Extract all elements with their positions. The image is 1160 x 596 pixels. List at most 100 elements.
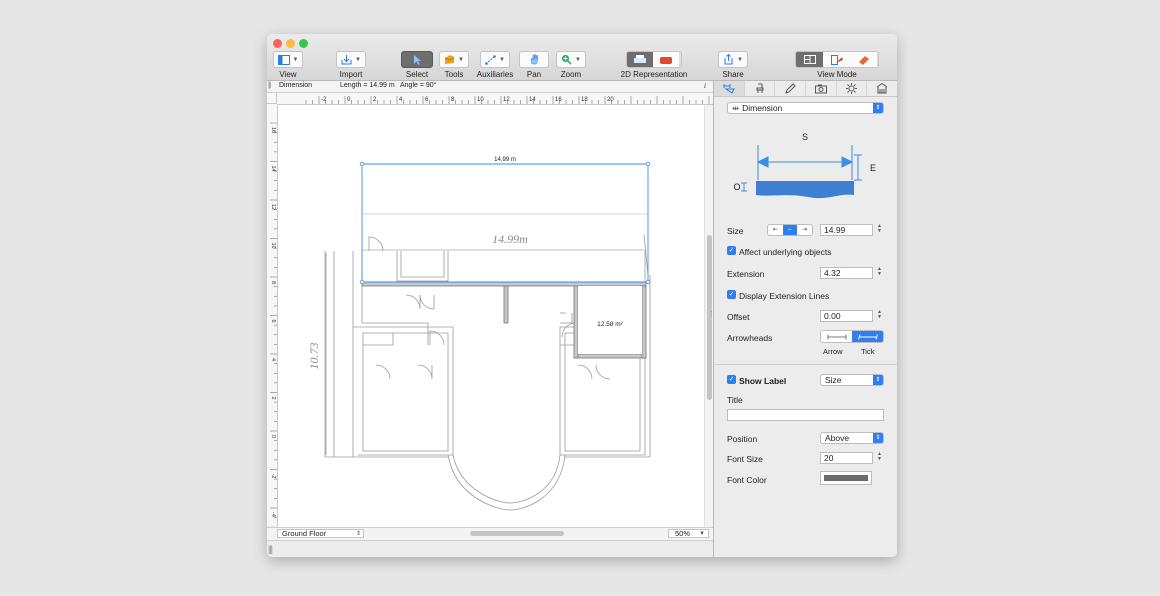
close-button[interactable] [273,39,282,48]
up-down-icon: ⇕ [873,433,883,443]
sketch-side-dimension: 10.73 [307,343,321,370]
angle-readout: Angle = 90° [400,82,437,89]
info-icon[interactable]: i [704,82,706,90]
font-size-field[interactable]: 20 [820,452,873,464]
dimension-label: 14.99 m [494,157,516,163]
import-tool[interactable]: ▼ Import [334,51,368,79]
auxiliaries-tool[interactable]: ▼ Auxiliaries [475,51,515,79]
ruler-label: 12 [270,204,276,210]
font-color-label: Font Color [727,475,767,485]
label-content-popup[interactable]: Size ⇕ [820,374,884,386]
tab-furniture[interactable] [745,81,776,96]
ruler-label: 8 [270,281,276,284]
display-extension-checkbox[interactable]: ✓ [727,290,736,299]
representation-label: 2D Representation [620,70,688,79]
minimize-button[interactable] [286,39,295,48]
ruler-corner [267,93,277,104]
position-popup[interactable]: Above ⇕ [820,432,884,444]
plan-view-segment[interactable] [627,52,653,67]
3d-view-icon [858,55,869,65]
pan-tool[interactable]: Pan [519,51,549,79]
ruler-label: 14 [270,166,276,172]
tick-option-label: Tick [861,347,875,356]
show-label-checkbox[interactable]: ✓ [727,375,736,384]
building-icon [876,83,888,94]
title-field[interactable] [727,409,884,421]
horizontal-ruler: -2 0 2 4 6 8 10 12 14 16 18 20 [277,93,713,105]
up-down-icon: ⇕ [355,531,361,537]
split-mode[interactable] [823,52,850,67]
ruler-label: 0 [347,97,351,103]
tab-light[interactable] [837,81,868,96]
camera-icon [814,84,827,93]
anchor-center-icon[interactable]: ⇔ [782,225,798,235]
info-bar: ||| Dimension Length = 14.99 m Angle = 9… [267,81,713,93]
arrow-option[interactable] [821,331,852,342]
offset-field[interactable]: 0.00 [820,310,873,322]
dimension-handle[interactable] [359,279,365,285]
ruler-label: 2 [373,97,377,103]
vertical-ruler: 16 14 12 10 8 6 4 2 0 -2 -4 [267,104,278,526]
anchor-right-icon[interactable]: ⇥ [797,225,812,235]
ruler-label: 18 [581,97,588,103]
dimension-handle[interactable] [645,161,651,167]
section-divider [714,364,897,365]
drawing-canvas[interactable]: 12.58 m² 14.99m 10.73 14.99 m [278,105,704,527]
zoom-select[interactable]: 50% ▼ [668,529,709,538]
floor-value: Ground Floor [282,529,327,538]
app-window: ▼ View ▼ Import Select ▼ Tools ▼ Auxilia… [267,34,897,557]
anchor-left-icon[interactable]: ⇤ [768,225,783,235]
status-bar: ||| [267,540,713,557]
arrowheads-segment[interactable] [820,330,884,343]
representation-tool[interactable]: 2D Representation [615,51,693,79]
tab-pencil[interactable] [775,81,807,96]
view-mode-tool[interactable]: View Mode [792,51,882,79]
share-tool[interactable]: ▼ Share [716,51,750,79]
offset-stepper[interactable]: ▲ ▼ [876,310,883,322]
tab-dimension[interactable] [714,81,745,96]
tab-building[interactable] [867,81,897,96]
size-anchor-segment[interactable]: ⇤ ⇔ ⇥ [767,224,813,236]
extension-label: Extension [727,269,765,279]
dimension-handle[interactable] [645,279,651,285]
extension-field[interactable]: 4.32 [820,267,873,279]
zoom-icon [561,54,572,65]
ruler-label: -2 [321,97,327,103]
ruler-label: 6 [425,97,429,103]
font-color-well[interactable] [820,471,872,485]
chevron-down-icon: ▼ [458,56,464,63]
drag-handle[interactable]: ||| [268,82,272,89]
horizontal-scroll-thumb[interactable] [470,531,564,536]
pencil-icon [784,83,796,94]
drag-handle[interactable]: ||| [268,544,273,554]
arrow-line-icon [827,334,846,339]
maximize-button[interactable] [299,39,308,48]
canvas-footer: Ground Floor ⇕ 50% ▼ [267,527,713,540]
affect-checkbox[interactable]: ✓ [727,246,736,255]
floor-select[interactable]: Ground Floor ⇕ [277,529,364,538]
extension-stepper[interactable]: ▲ ▼ [876,267,883,279]
select-label: Select [405,70,429,79]
view-tool[interactable]: ▼ View [271,51,305,79]
size-field[interactable]: 14.99 [820,224,873,236]
inspector-tabs [714,81,897,97]
zoom-tool[interactable]: ▼ Zoom [555,51,587,79]
arrowheads-label: Arrowheads [727,333,773,343]
tools-tool[interactable]: ▼ Tools [437,51,471,79]
affect-label: Affect underlying objects [739,247,832,257]
tab-camera[interactable] [806,81,837,96]
size-stepper[interactable]: ▲ ▼ [876,224,883,236]
select-tool[interactable]: Select [399,51,435,79]
tick-line-icon [857,333,878,340]
3d-mode[interactable] [850,52,877,67]
floorplan-mode[interactable] [796,52,823,67]
font-size-stepper[interactable]: ▲ ▼ [876,452,883,464]
ruler-label: 4 [399,97,403,103]
position-label: Position [727,434,758,444]
dimension-icon [723,84,735,94]
tick-option[interactable] [852,331,883,342]
dimension-type-popup[interactable]: ⇹ Dimension ⇕ [727,102,884,114]
diagram-e-label: E [870,163,876,173]
dimension-handle[interactable] [359,161,365,167]
presentation-segment[interactable] [653,52,679,67]
